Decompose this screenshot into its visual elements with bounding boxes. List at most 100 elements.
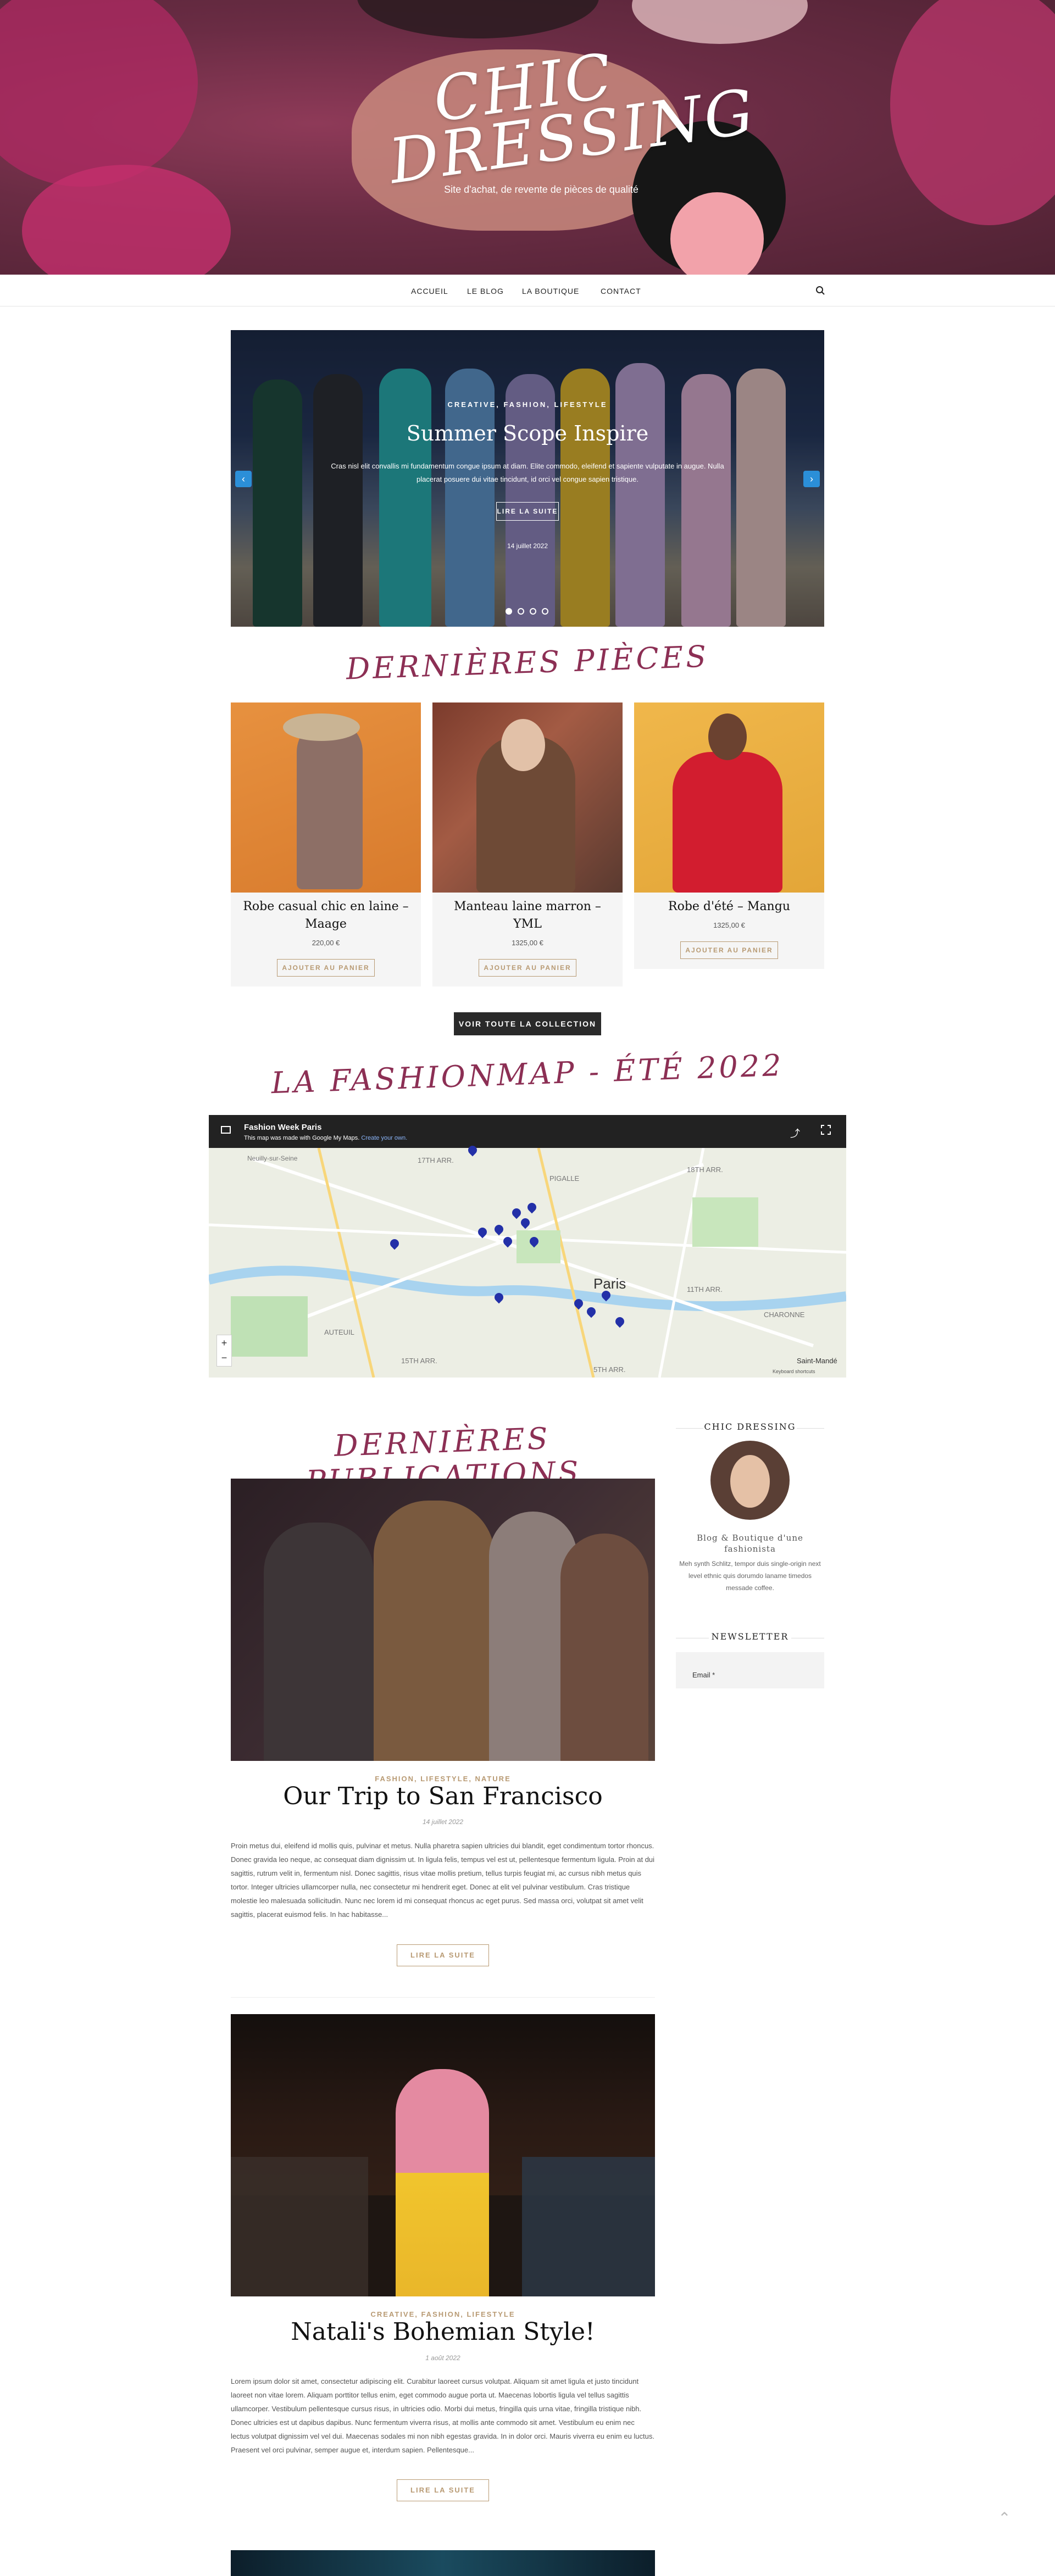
post-date: 14 juillet 2022 bbox=[422, 1818, 464, 1826]
read-more-button[interactable]: LIRE LA SUITE bbox=[397, 1944, 489, 1966]
widget-divider bbox=[676, 1428, 703, 1429]
fullscreen-icon[interactable] bbox=[821, 1125, 831, 1135]
read-more-button[interactable]: LIRE LA SUITE bbox=[397, 2479, 489, 2501]
slider-dot[interactable] bbox=[530, 608, 536, 615]
red-dress-figure bbox=[673, 752, 782, 893]
product-price: 1325,00 € bbox=[713, 921, 745, 929]
product-card[interactable]: Robe d'été – Mangu 1325,00 € AJOUTER AU … bbox=[634, 702, 824, 969]
slider-dot[interactable] bbox=[518, 608, 524, 615]
map-label: 5TH ARR. bbox=[593, 1365, 626, 1374]
map-background[interactable] bbox=[209, 1115, 846, 1378]
chevron-left-icon[interactable]: ‹ bbox=[235, 471, 252, 487]
slide-categories[interactable]: CREATIVE, FASHION, LIFESTYLE bbox=[231, 400, 824, 409]
product-name[interactable]: Robe casual chic en laine – Maage bbox=[231, 893, 421, 933]
map-create-link[interactable]: Create your own. bbox=[361, 1135, 407, 1141]
product-price: 1325,00 € bbox=[512, 939, 543, 947]
view-collection-button[interactable]: VOIR TOUTE LA COLLECTION bbox=[454, 1012, 601, 1035]
product-card[interactable]: Manteau laine marron – YML 1325,00 € AJO… bbox=[432, 702, 623, 986]
post-image[interactable] bbox=[231, 2014, 655, 2296]
post-title[interactable]: Natali's Bohemian Style! bbox=[231, 2318, 655, 2346]
slide-title[interactable]: Summer Scope Inspire bbox=[231, 421, 824, 445]
map-header-bar: Fashion Week Paris This map was made wit… bbox=[209, 1115, 846, 1148]
product-image[interactable] bbox=[432, 702, 623, 893]
map-label: 11TH ARR. bbox=[687, 1285, 723, 1293]
nav-item-accueil[interactable]: ACCUEIL bbox=[411, 287, 448, 295]
featured-slider[interactable]: CREATIVE, FASHION, LIFESTYLE Summer Scop… bbox=[231, 330, 824, 627]
zoom-controls: + − bbox=[216, 1335, 232, 1367]
product-name[interactable]: Robe d'été – Mangu bbox=[634, 893, 824, 916]
post-image[interactable] bbox=[231, 2550, 655, 2576]
post-divider bbox=[231, 1997, 655, 1998]
slider-dot[interactable] bbox=[542, 608, 548, 615]
email-label: Email * bbox=[692, 1671, 715, 1679]
map-notice: This map was made with Google My Maps. C… bbox=[244, 1135, 407, 1141]
audience-left bbox=[231, 2157, 368, 2296]
product-image[interactable] bbox=[231, 702, 421, 893]
handbag-decoration bbox=[632, 0, 808, 44]
map-label: CHARONNE bbox=[764, 1311, 805, 1319]
map-label: 17TH ARR. bbox=[418, 1156, 454, 1164]
hero-banner: CHIC DRESSING Site d'achat, de revente d… bbox=[0, 0, 1055, 275]
product-name[interactable]: Manteau laine marron – YML bbox=[432, 893, 623, 933]
site-tagline: Site d'achat, de revente de pièces de qu… bbox=[444, 184, 638, 195]
latest-pieces-title: DERNIÈRES PIÈCES bbox=[345, 639, 710, 687]
post-date: 1 août 2022 bbox=[425, 2354, 460, 2362]
product-image[interactable] bbox=[634, 702, 824, 893]
avatar-face bbox=[730, 1455, 770, 1508]
map-label: 15TH ARR. bbox=[401, 1357, 437, 1365]
about-text: Meh synth Schlitz, tempor duis single-or… bbox=[679, 1560, 821, 1592]
velvet-fabric-decoration bbox=[0, 0, 198, 187]
map-label: Paris bbox=[593, 1275, 626, 1292]
model-figure bbox=[396, 2069, 489, 2296]
slide-date: 14 juillet 2022 bbox=[507, 542, 548, 550]
share-icon[interactable]: ⤴ bbox=[790, 1126, 800, 1140]
post-title[interactable]: Our Trip to San Francisco bbox=[231, 1782, 655, 1810]
slide-read-more-button[interactable]: LIRE LA SUITE bbox=[496, 502, 559, 521]
hat-shape bbox=[283, 713, 360, 741]
model-figure bbox=[374, 1501, 495, 1761]
about-subtitle: Blog & Boutique d'une fashionista bbox=[697, 1533, 803, 1554]
newsletter-form: Email * bbox=[676, 1652, 824, 1688]
post-excerpt: Lorem ipsum dolor sit amet, consectetur … bbox=[231, 2377, 654, 2454]
model-head bbox=[708, 713, 747, 760]
fashionmap-title: LA FASHIONMAP - ÉTÉ 2022 bbox=[270, 1047, 785, 1101]
post-categories[interactable]: FASHION, LIFESTYLE, NATURE bbox=[231, 1775, 655, 1783]
google-map-embed[interactable]: Fashion Week Paris This map was made wit… bbox=[209, 1115, 846, 1378]
post-excerpt: Proin metus dui, eleifend id mollis quis… bbox=[231, 1842, 655, 1919]
product-card[interactable]: Robe casual chic en laine – Maage 220,00… bbox=[231, 702, 421, 986]
audience-right bbox=[522, 2157, 655, 2296]
search-icon[interactable] bbox=[815, 286, 825, 295]
nav-item-la-boutique[interactable]: LA BOUTIQUE bbox=[522, 287, 579, 295]
map-label: Saint-Mandé bbox=[797, 1357, 837, 1365]
about-widget-title: CHIC DRESSING bbox=[704, 1421, 796, 1432]
map-label: PIGALLE bbox=[549, 1174, 580, 1183]
map-label: AUTEUIL bbox=[324, 1328, 354, 1336]
map-menu-icon[interactable] bbox=[221, 1126, 231, 1134]
add-to-cart-button[interactable]: AJOUTER AU PANIER bbox=[277, 959, 375, 977]
back-to-top-icon[interactable]: ⌃ bbox=[995, 2509, 1014, 2529]
sunglasses-decoration bbox=[357, 0, 599, 38]
slider-pagination bbox=[503, 607, 551, 617]
chevron-right-icon[interactable]: › bbox=[803, 471, 820, 487]
map-footer-shortcuts[interactable]: Keyboard shortcuts bbox=[773, 1369, 815, 1374]
slide-excerpt: Cras nisl elit convallis mi fundamentum … bbox=[331, 462, 724, 483]
lace-decoration bbox=[890, 0, 1055, 225]
avatar bbox=[710, 1441, 790, 1520]
post-categories[interactable]: CREATIVE, FASHION, LIFESTYLE bbox=[231, 2310, 655, 2318]
zoom-out-icon[interactable]: − bbox=[217, 1351, 231, 1366]
nav-item-le-blog[interactable]: LE BLOG bbox=[467, 287, 504, 295]
zoom-in-icon[interactable]: + bbox=[217, 1335, 231, 1351]
main-navigation: ACCUEIL LE BLOG LA BOUTIQUE CONTACT bbox=[0, 275, 1055, 306]
map-title[interactable]: Fashion Week Paris bbox=[244, 1123, 321, 1132]
add-to-cart-button[interactable]: AJOUTER AU PANIER bbox=[479, 959, 576, 977]
model-figure bbox=[560, 1534, 648, 1761]
add-to-cart-button[interactable]: AJOUTER AU PANIER bbox=[680, 941, 778, 959]
map-notice-text: This map was made with Google My Maps. bbox=[244, 1135, 360, 1141]
widget-divider bbox=[797, 1428, 824, 1429]
map-label: 18TH ARR. bbox=[687, 1166, 723, 1174]
model-head bbox=[501, 719, 545, 771]
post-image[interactable] bbox=[231, 1479, 655, 1761]
slider-dot-active[interactable] bbox=[506, 608, 512, 615]
nav-item-contact[interactable]: CONTACT bbox=[601, 287, 641, 295]
newsletter-widget-title: NEWSLETTER bbox=[711, 1631, 789, 1642]
